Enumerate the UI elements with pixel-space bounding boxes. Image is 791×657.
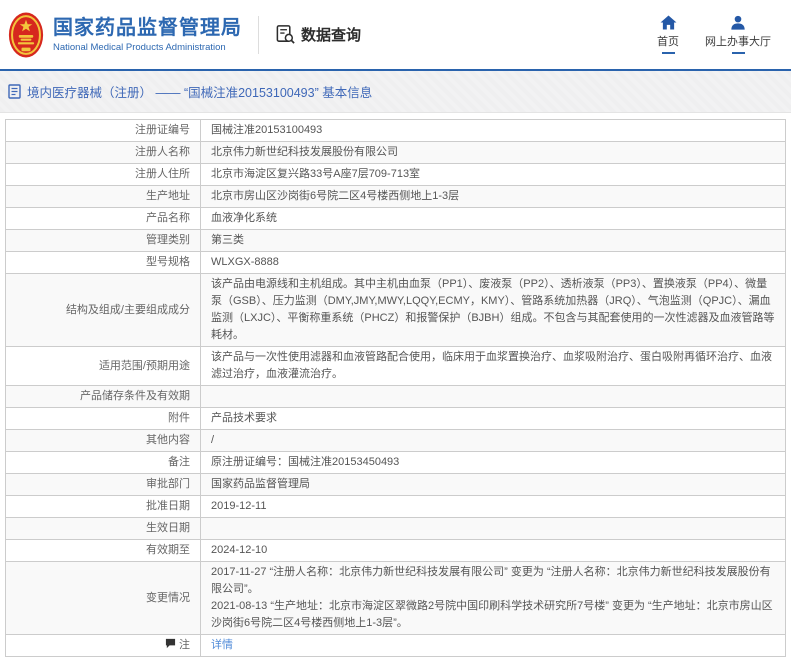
- row-value: 产品技术要求: [201, 408, 786, 430]
- header-divider: [258, 16, 259, 54]
- row-label: 结构及组成/主要组成成分: [6, 274, 201, 347]
- table-row: 产品名称血液净化系统: [6, 208, 786, 230]
- change-record-line: 2021-08-13 “生产地址：北京市海淀区翠微路2号院中国印刷科学技术研究所…: [211, 598, 775, 632]
- national-emblem-logo: [8, 11, 44, 59]
- table-row: 适用范围/预期用途该产品与一次性使用滤器和血液管路配合使用，临床用于血浆置换治疗…: [6, 347, 786, 386]
- table-row: 有效期至2024-12-10: [6, 540, 786, 562]
- table-row: 生效日期: [6, 518, 786, 540]
- row-value: /: [201, 430, 786, 452]
- table-row: 型号规格WLXGX-8888: [6, 252, 786, 274]
- row-label: 产品储存条件及有效期: [6, 386, 201, 408]
- row-value: 2017-11-27 “注册人名称：北京伟力新世纪科技发展有限公司” 变更为 “…: [201, 562, 786, 635]
- row-value: 第三类: [201, 230, 786, 252]
- row-label: 有效期至: [6, 540, 201, 562]
- row-label: 附件: [6, 408, 201, 430]
- row-value: 原注册证编号：国械注准20153450493: [201, 452, 786, 474]
- table-row: 其他内容/: [6, 430, 786, 452]
- row-label: 审批部门: [6, 474, 201, 496]
- site-title: 国家药品监督管理局: [53, 16, 242, 40]
- table-row: 注册人名称北京伟力新世纪科技发展股份有限公司: [6, 142, 786, 164]
- row-label: 注册证编号: [6, 120, 201, 142]
- details-link[interactable]: 详情: [211, 639, 233, 651]
- table-row: 附件产品技术要求: [6, 408, 786, 430]
- home-icon: [660, 15, 677, 30]
- row-value: 北京市海淀区复兴路33号A座7层709-713室: [201, 164, 786, 186]
- row-value: 北京伟力新世纪科技发展股份有限公司: [201, 142, 786, 164]
- table-row: 管理类别第三类: [6, 230, 786, 252]
- row-label: 变更情况: [6, 562, 201, 635]
- row-value: 该产品由电源线和主机组成。其中主机由血泵（PP1）、废液泵（PP2）、透析液泵（…: [201, 274, 786, 347]
- nav-service-hall-underline: [732, 52, 745, 54]
- row-label: 生效日期: [6, 518, 201, 540]
- table-row: 生产地址北京市房山区沙岗街6号院二区4号楼西侧地上1-3层: [6, 186, 786, 208]
- table-row: 注册人住所北京市海淀区复兴路33号A座7层709-713室: [6, 164, 786, 186]
- header-nav: 首页 网上办事大厅: [657, 15, 771, 54]
- page: 国家药品监督管理局 National Medical Products Admi…: [0, 0, 791, 644]
- nav-home[interactable]: 首页: [657, 15, 679, 54]
- row-value: 该产品与一次性使用滤器和血液管路配合使用，临床用于血浆置换治疗、血浆吸附治疗、蛋…: [201, 347, 786, 386]
- table-row: 产品储存条件及有效期: [6, 386, 786, 408]
- row-label: 注: [6, 635, 201, 657]
- info-table-body: 注册证编号国械注准20153100493注册人名称北京伟力新世纪科技发展股份有限…: [6, 120, 786, 657]
- row-label: 其他内容: [6, 430, 201, 452]
- row-label: 型号规格: [6, 252, 201, 274]
- nav-service-hall[interactable]: 网上办事大厅: [705, 15, 771, 54]
- nav-home-label: 首页: [657, 33, 679, 49]
- brand: 国家药品监督管理局 National Medical Products Admi…: [8, 11, 242, 59]
- row-label: 产品名称: [6, 208, 201, 230]
- row-label: 注册人住所: [6, 164, 201, 186]
- row-value: 国械注准20153100493: [201, 120, 786, 142]
- row-label: 管理类别: [6, 230, 201, 252]
- info-table: 注册证编号国械注准20153100493注册人名称北京伟力新世纪科技发展股份有限…: [5, 119, 786, 657]
- site-subtitle: National Medical Products Administration: [53, 42, 242, 53]
- table-row: 注册证编号国械注准20153100493: [6, 120, 786, 142]
- breadcrumb: 境内医疗器械（注册） —— “国械注准20153100493” 基本信息: [0, 71, 791, 113]
- breadcrumb-text: 境内医疗器械（注册） —— “国械注准20153100493” 基本信息: [27, 82, 372, 101]
- row-value: 北京市房山区沙岗街6号院二区4号楼西侧地上1-3层: [201, 186, 786, 208]
- nav-service-hall-label: 网上办事大厅: [705, 33, 771, 49]
- table-row: 备注原注册证编号：国械注准20153450493: [6, 452, 786, 474]
- row-value: [201, 386, 786, 408]
- data-query-icon: [275, 24, 296, 45]
- table-row: 变更情况 2017-11-27 “注册人名称：北京伟力新世纪科技发展有限公司” 变…: [6, 562, 786, 635]
- row-label: 注册人名称: [6, 142, 201, 164]
- row-value: [201, 518, 786, 540]
- table-row: 注详情: [6, 635, 786, 657]
- row-value: 国家药品监督管理局: [201, 474, 786, 496]
- row-value: WLXGX-8888: [201, 252, 786, 274]
- nav-home-underline: [662, 52, 675, 54]
- row-value: 详情: [201, 635, 786, 657]
- national-emblem-icon: [8, 11, 44, 59]
- brand-text: 国家药品监督管理局 National Medical Products Admi…: [53, 16, 242, 53]
- row-label: 批准日期: [6, 496, 201, 518]
- row-label: 生产地址: [6, 186, 201, 208]
- site-header: 国家药品监督管理局 National Medical Products Admi…: [0, 0, 791, 71]
- data-query-label: 数据查询: [301, 24, 361, 45]
- row-label: 备注: [6, 452, 201, 474]
- table-row: 批准日期2019-12-11: [6, 496, 786, 518]
- person-icon: [730, 15, 746, 30]
- document-icon: [8, 84, 22, 99]
- row-label: 适用范围/预期用途: [6, 347, 201, 386]
- data-query-link[interactable]: 数据查询: [275, 24, 361, 45]
- row-value: 2024-12-10: [201, 540, 786, 562]
- table-row: 结构及组成/主要组成成分该产品由电源线和主机组成。其中主机由血泵（PP1）、废液…: [6, 274, 786, 347]
- row-value: 血液净化系统: [201, 208, 786, 230]
- change-record-line: 2017-11-27 “注册人名称：北京伟力新世纪科技发展有限公司” 变更为 “…: [211, 564, 775, 598]
- table-row: 审批部门国家药品监督管理局: [6, 474, 786, 496]
- row-value: 2019-12-11: [201, 496, 786, 518]
